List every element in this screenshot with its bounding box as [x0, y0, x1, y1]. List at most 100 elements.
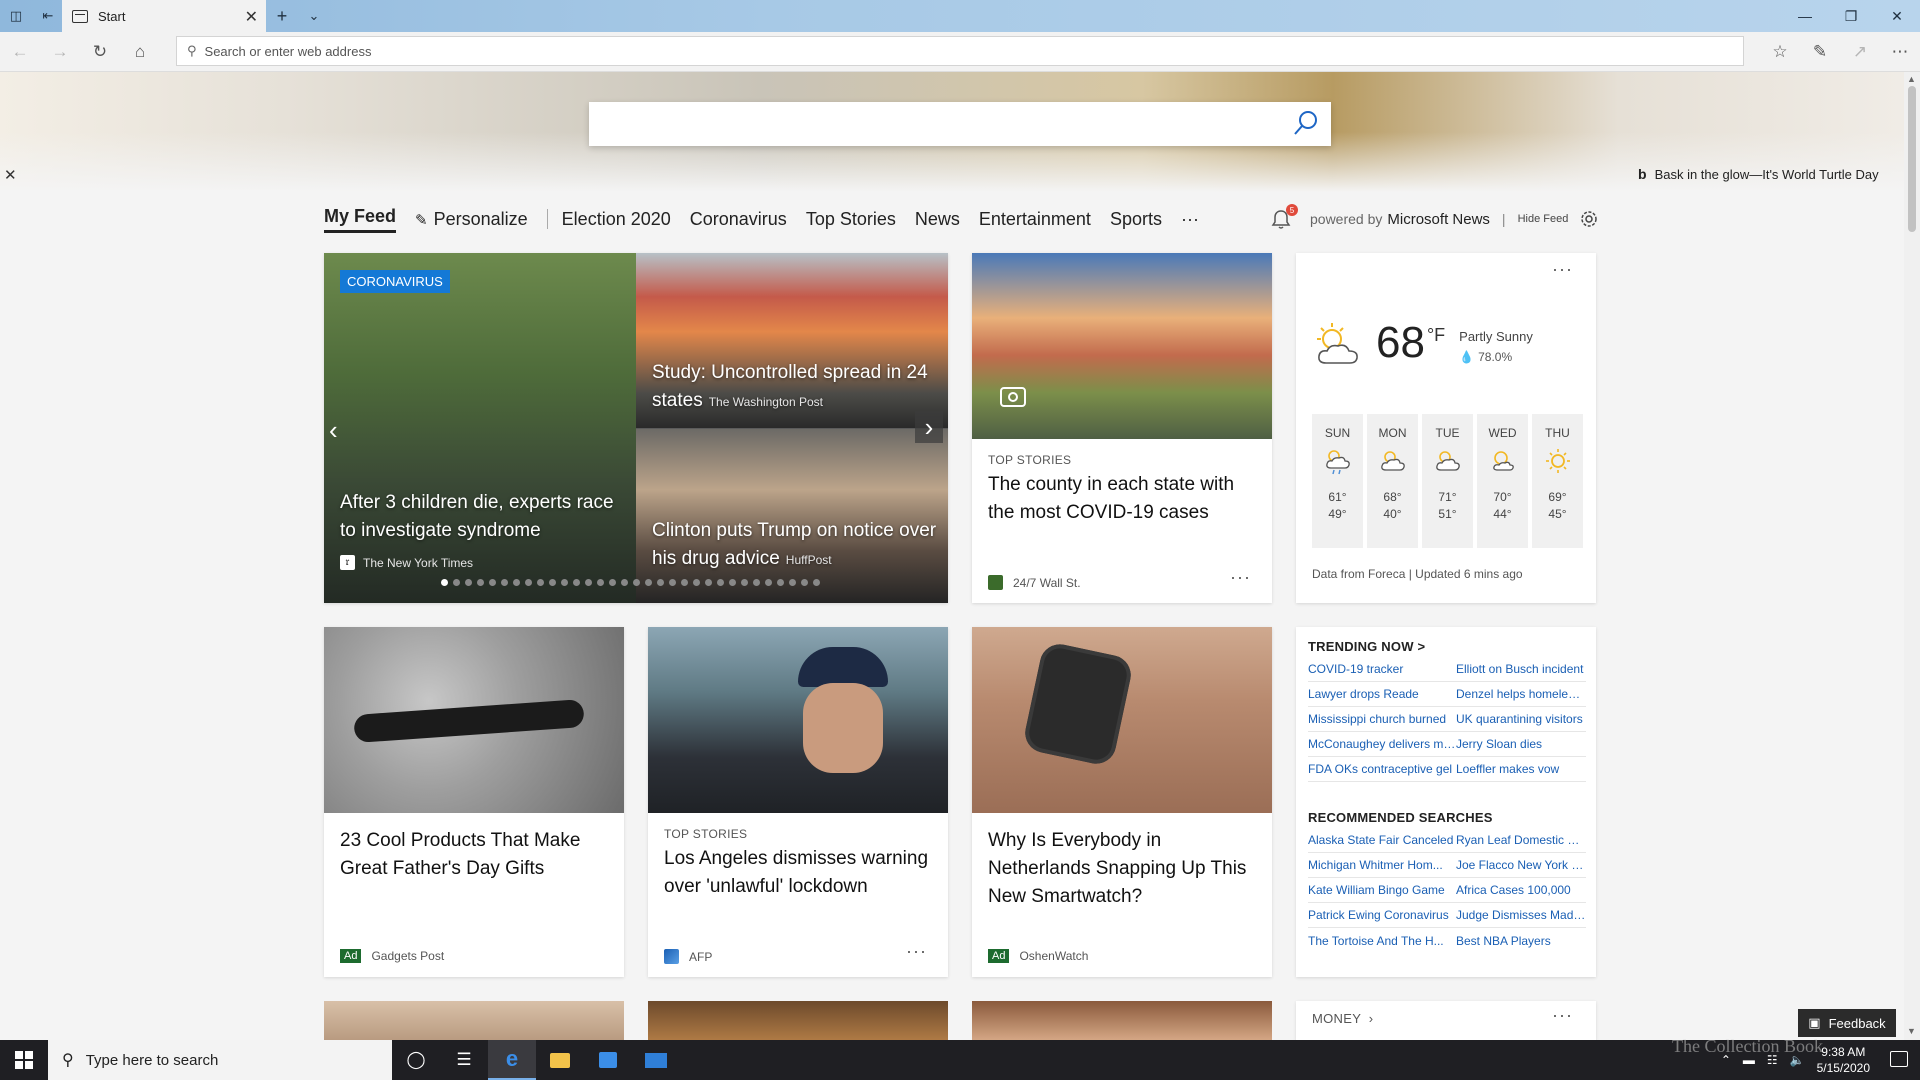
forecast-day[interactable]: WED 70° 44°: [1477, 414, 1528, 548]
partial-card-image[interactable]: [972, 1001, 1272, 1041]
address-bar[interactable]: ⚲ Search or enter web address: [176, 36, 1744, 66]
carousel-bottom-title[interactable]: Clinton puts Trump on notice over his dr…: [652, 517, 942, 574]
edge-browser-icon[interactable]: e: [488, 1040, 536, 1080]
carousel-dot[interactable]: [513, 579, 520, 586]
forward-arrow-icon[interactable]: →: [48, 40, 72, 64]
news-carousel[interactable]: CORONAVIRUS After 3 children die, expert…: [324, 253, 948, 603]
trending-link[interactable]: Loeffler makes vow: [1456, 762, 1586, 776]
forecast-day[interactable]: TUE 71° 51°: [1422, 414, 1473, 548]
carousel-dot[interactable]: [501, 579, 508, 586]
money-label[interactable]: MONEY ›: [1312, 1011, 1373, 1026]
scroll-up-icon[interactable]: ▲: [1907, 74, 1916, 84]
trending-link[interactable]: Jerry Sloan dies: [1456, 737, 1586, 751]
tab-sports[interactable]: Sports: [1110, 209, 1162, 230]
trending-link[interactable]: Elliott on Busch incident: [1456, 662, 1586, 676]
card-title[interactable]: 23 Cool Products That Make Great Father'…: [340, 827, 612, 883]
recommended-link[interactable]: The Tortoise And The H...: [1308, 934, 1456, 948]
carousel-dot[interactable]: [705, 579, 712, 586]
trending-link[interactable]: Lawyer drops Reade: [1308, 687, 1456, 701]
carousel-dot[interactable]: [621, 579, 628, 586]
feedback-button[interactable]: ▣ Feedback: [1798, 1009, 1896, 1037]
minimize-button[interactable]: —: [1782, 0, 1828, 32]
ad-card-smartwatch[interactable]: Why Is Everybody in Netherlands Snapping…: [972, 627, 1272, 977]
tabs-aside-icon[interactable]: ⇤: [38, 6, 58, 26]
carousel-dot[interactable]: [441, 579, 448, 586]
hide-feed-link[interactable]: Hide Feed: [1518, 213, 1569, 225]
money-more-icon[interactable]: ···: [1552, 1005, 1573, 1026]
carousel-dot[interactable]: [609, 579, 616, 586]
image-credit[interactable]: b Bask in the glow—It's World Turtle Day: [1638, 166, 1879, 182]
trending-link[interactable]: COVID-19 tracker: [1308, 662, 1456, 676]
recommended-link[interactable]: Kate William Bingo Game: [1308, 883, 1456, 897]
recommended-link[interactable]: Ryan Leaf Domestic Ba...: [1456, 833, 1586, 847]
keysmart-image[interactable]: [324, 627, 624, 813]
trending-link[interactable]: Denzel helps homeless man: [1456, 687, 1586, 701]
home-icon[interactable]: ⌂: [128, 40, 152, 64]
action-center-icon[interactable]: [1890, 1051, 1908, 1067]
start-button[interactable]: [0, 1040, 48, 1080]
carousel-dot[interactable]: [669, 579, 676, 586]
settings-more-icon[interactable]: ⋯: [1888, 40, 1912, 64]
weather-unit[interactable]: °F: [1427, 325, 1445, 346]
close-hero-icon[interactable]: ✕: [4, 166, 17, 184]
carousel-dot[interactable]: [801, 579, 808, 586]
recommended-link[interactable]: Judge Dismisses Madd...: [1456, 908, 1586, 922]
carousel-dot[interactable]: [657, 579, 664, 586]
tab-start[interactable]: Start ✕: [62, 0, 266, 32]
carousel-dot[interactable]: [693, 579, 700, 586]
more-options-icon[interactable]: ···: [1230, 567, 1251, 588]
carousel-dot[interactable]: [681, 579, 688, 586]
back-arrow-icon[interactable]: ←: [8, 40, 32, 64]
recommended-link[interactable]: Africa Cases 100,000: [1456, 883, 1586, 897]
carousel-dot[interactable]: [717, 579, 724, 586]
recommended-link[interactable]: Alaska State Fair Canceled: [1308, 833, 1456, 847]
tab-more[interactable]: ···: [1181, 209, 1199, 230]
carousel-dot[interactable]: [573, 579, 580, 586]
partial-card-image[interactable]: [648, 1001, 948, 1041]
cortana-icon[interactable]: ◯: [392, 1040, 440, 1080]
share-icon[interactable]: ↗: [1848, 40, 1872, 64]
carousel-dot[interactable]: [525, 579, 532, 586]
carousel-dot[interactable]: [537, 579, 544, 586]
clock[interactable]: 9:38 AM 5/15/2020: [1817, 1044, 1870, 1076]
mail-icon[interactable]: [632, 1040, 680, 1080]
tab-coronavirus[interactable]: Coronavirus: [690, 209, 787, 230]
card-title[interactable]: Why Is Everybody in Netherlands Snapping…: [988, 827, 1260, 911]
web-search-box[interactable]: [589, 102, 1331, 146]
recommended-link[interactable]: Michigan Whitmer Hom...: [1308, 858, 1456, 872]
scroll-down-icon[interactable]: ▼: [1907, 1026, 1916, 1036]
carousel-dot[interactable]: [777, 579, 784, 586]
refresh-icon[interactable]: ↻: [88, 40, 112, 64]
taskbar-search[interactable]: ⚲ Type here to search: [48, 1040, 392, 1080]
carousel-main-title[interactable]: After 3 children die, experts race to in…: [340, 489, 620, 545]
file-explorer-icon[interactable]: [536, 1040, 584, 1080]
los-angeles-image[interactable]: [648, 627, 948, 813]
forecast-day[interactable]: SUN 61° 49°: [1312, 414, 1363, 548]
carousel-dot[interactable]: [729, 579, 736, 586]
tab-personalize[interactable]: ✎ Personalize: [415, 209, 528, 230]
new-tab-icon[interactable]: +: [272, 6, 292, 26]
tab-actions-icon[interactable]: ◫: [6, 6, 26, 26]
vertical-scrollbar[interactable]: ▲ ▼: [1904, 72, 1920, 1040]
trending-link[interactable]: Mississippi church burned: [1308, 712, 1456, 726]
ad-card-fathers-day[interactable]: 23 Cool Products That Make Great Father'…: [324, 627, 624, 977]
carousel-bottom-story[interactable]: Clinton puts Trump on notice over his dr…: [636, 428, 948, 603]
recommended-link[interactable]: Best NBA Players: [1456, 934, 1586, 948]
carousel-dot[interactable]: [765, 579, 772, 586]
carousel-dot[interactable]: [597, 579, 604, 586]
weather-widget[interactable]: ··· 68 °F Partly Sunny 💧 78.0% SUN 61° 49…: [1296, 253, 1596, 603]
carousel-top-title[interactable]: Study: Uncontrolled spread in 24 states T…: [652, 359, 942, 416]
carousel-prev-icon[interactable]: ‹: [329, 415, 338, 446]
trending-link[interactable]: FDA OKs contraceptive gel: [1308, 762, 1456, 776]
trending-link[interactable]: UK quarantining visitors: [1456, 712, 1586, 726]
carousel-dot[interactable]: [465, 579, 472, 586]
gear-icon[interactable]: [1578, 208, 1600, 230]
forecast-day[interactable]: MON 68° 40°: [1367, 414, 1418, 548]
search-magnifier-icon[interactable]: [1293, 110, 1319, 136]
card-title[interactable]: The county in each state with the most C…: [988, 471, 1260, 527]
tab-my-feed[interactable]: My Feed: [324, 206, 397, 233]
tab-preview-chevron-icon[interactable]: ⌄: [304, 6, 324, 26]
carousel-dot[interactable]: [753, 579, 760, 586]
carousel-dot[interactable]: [549, 579, 556, 586]
carousel-dot[interactable]: [645, 579, 652, 586]
